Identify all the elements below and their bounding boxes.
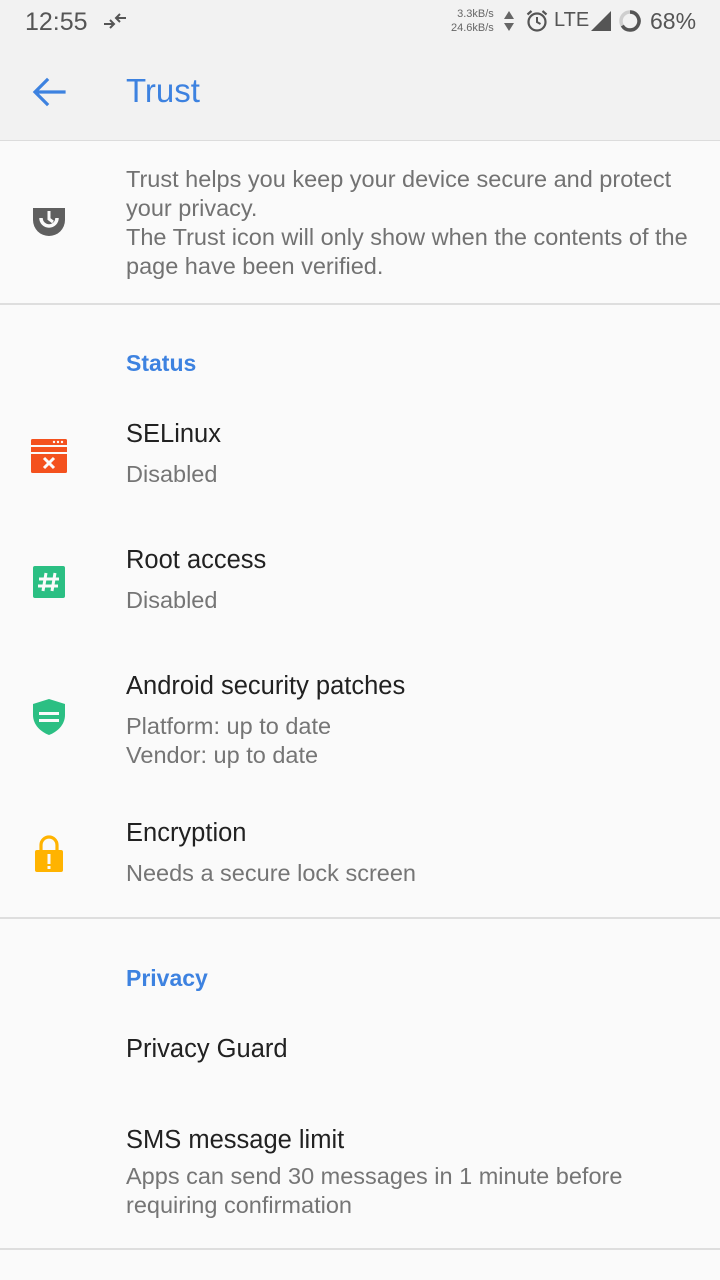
app-toolbar: Trust	[0, 44, 720, 141]
sms-limit-title: SMS message limit	[126, 1126, 345, 1154]
privacy-guard-title: Privacy Guard	[126, 1035, 288, 1063]
encryption-summary: Needs a secure lock screen	[126, 860, 416, 886]
trust-intro: Trust helps you keep your device secure …	[0, 141, 720, 305]
encryption-title: Encryption	[126, 819, 247, 847]
download-speed: 24.6kB/s	[451, 22, 494, 34]
back-arrow-icon[interactable]	[26, 71, 74, 113]
selinux-title: SELinux	[126, 420, 221, 448]
network-type: LTE	[554, 9, 590, 31]
root-access-title: Root access	[126, 546, 267, 574]
battery-icon	[619, 10, 641, 32]
battery-percent: 68%	[650, 8, 697, 34]
security-patches-row[interactable]: Android security patches Platform: up to…	[0, 652, 720, 792]
trust-icon	[33, 208, 65, 236]
encryption-row[interactable]: Encryption Needs a secure lock screen	[0, 799, 720, 917]
status-time: 12:55	[25, 8, 88, 36]
intro-description: Trust helps you keep your device secure …	[126, 165, 701, 281]
page-title: Trust	[126, 72, 200, 109]
selinux-icon	[31, 439, 67, 473]
upload-speed: 3.3kB/s	[457, 8, 494, 20]
status-section-title: Status	[126, 350, 197, 376]
hash-icon	[33, 566, 65, 598]
network-speed: 3.3kB/s 24.6kB/s	[451, 7, 494, 35]
intro-line-1: Trust helps you keep your device secure …	[126, 166, 672, 221]
platform-status: Platform: up to date	[126, 713, 332, 739]
up-down-arrows-icon	[504, 11, 514, 31]
signal-icon	[591, 11, 611, 31]
security-patches-summary: Platform: up to date Vendor: up to date	[126, 712, 331, 770]
shield-icon	[33, 699, 65, 735]
status-bar: 12:55 3.3kB/s 24.6kB/s LTE 68%	[0, 0, 720, 44]
bottom-divider	[0, 1248, 720, 1250]
privacy-section-title: Privacy	[126, 965, 208, 991]
intro-line-2: The Trust icon will only show when the c…	[126, 224, 688, 279]
data-sync-icon	[104, 13, 126, 29]
security-patches-title: Android security patches	[126, 672, 406, 700]
lock-warning-icon	[35, 835, 63, 872]
sms-limit-summary: Apps can send 30 messages in 1 minute be…	[126, 1163, 623, 1218]
vendor-status: Vendor: up to date	[126, 742, 319, 768]
selinux-summary: Disabled	[126, 461, 218, 487]
privacy-guard-row[interactable]: Privacy Guard	[0, 1010, 720, 1094]
selinux-row[interactable]: SELinux Disabled	[0, 400, 720, 520]
alarm-icon	[526, 10, 548, 32]
sms-limit-row[interactable]: SMS message limit Apps can send 30 messa…	[0, 1104, 720, 1244]
section-divider	[0, 917, 720, 919]
root-access-row[interactable]: Root access Disabled	[0, 526, 720, 646]
root-access-summary: Disabled	[126, 587, 218, 613]
